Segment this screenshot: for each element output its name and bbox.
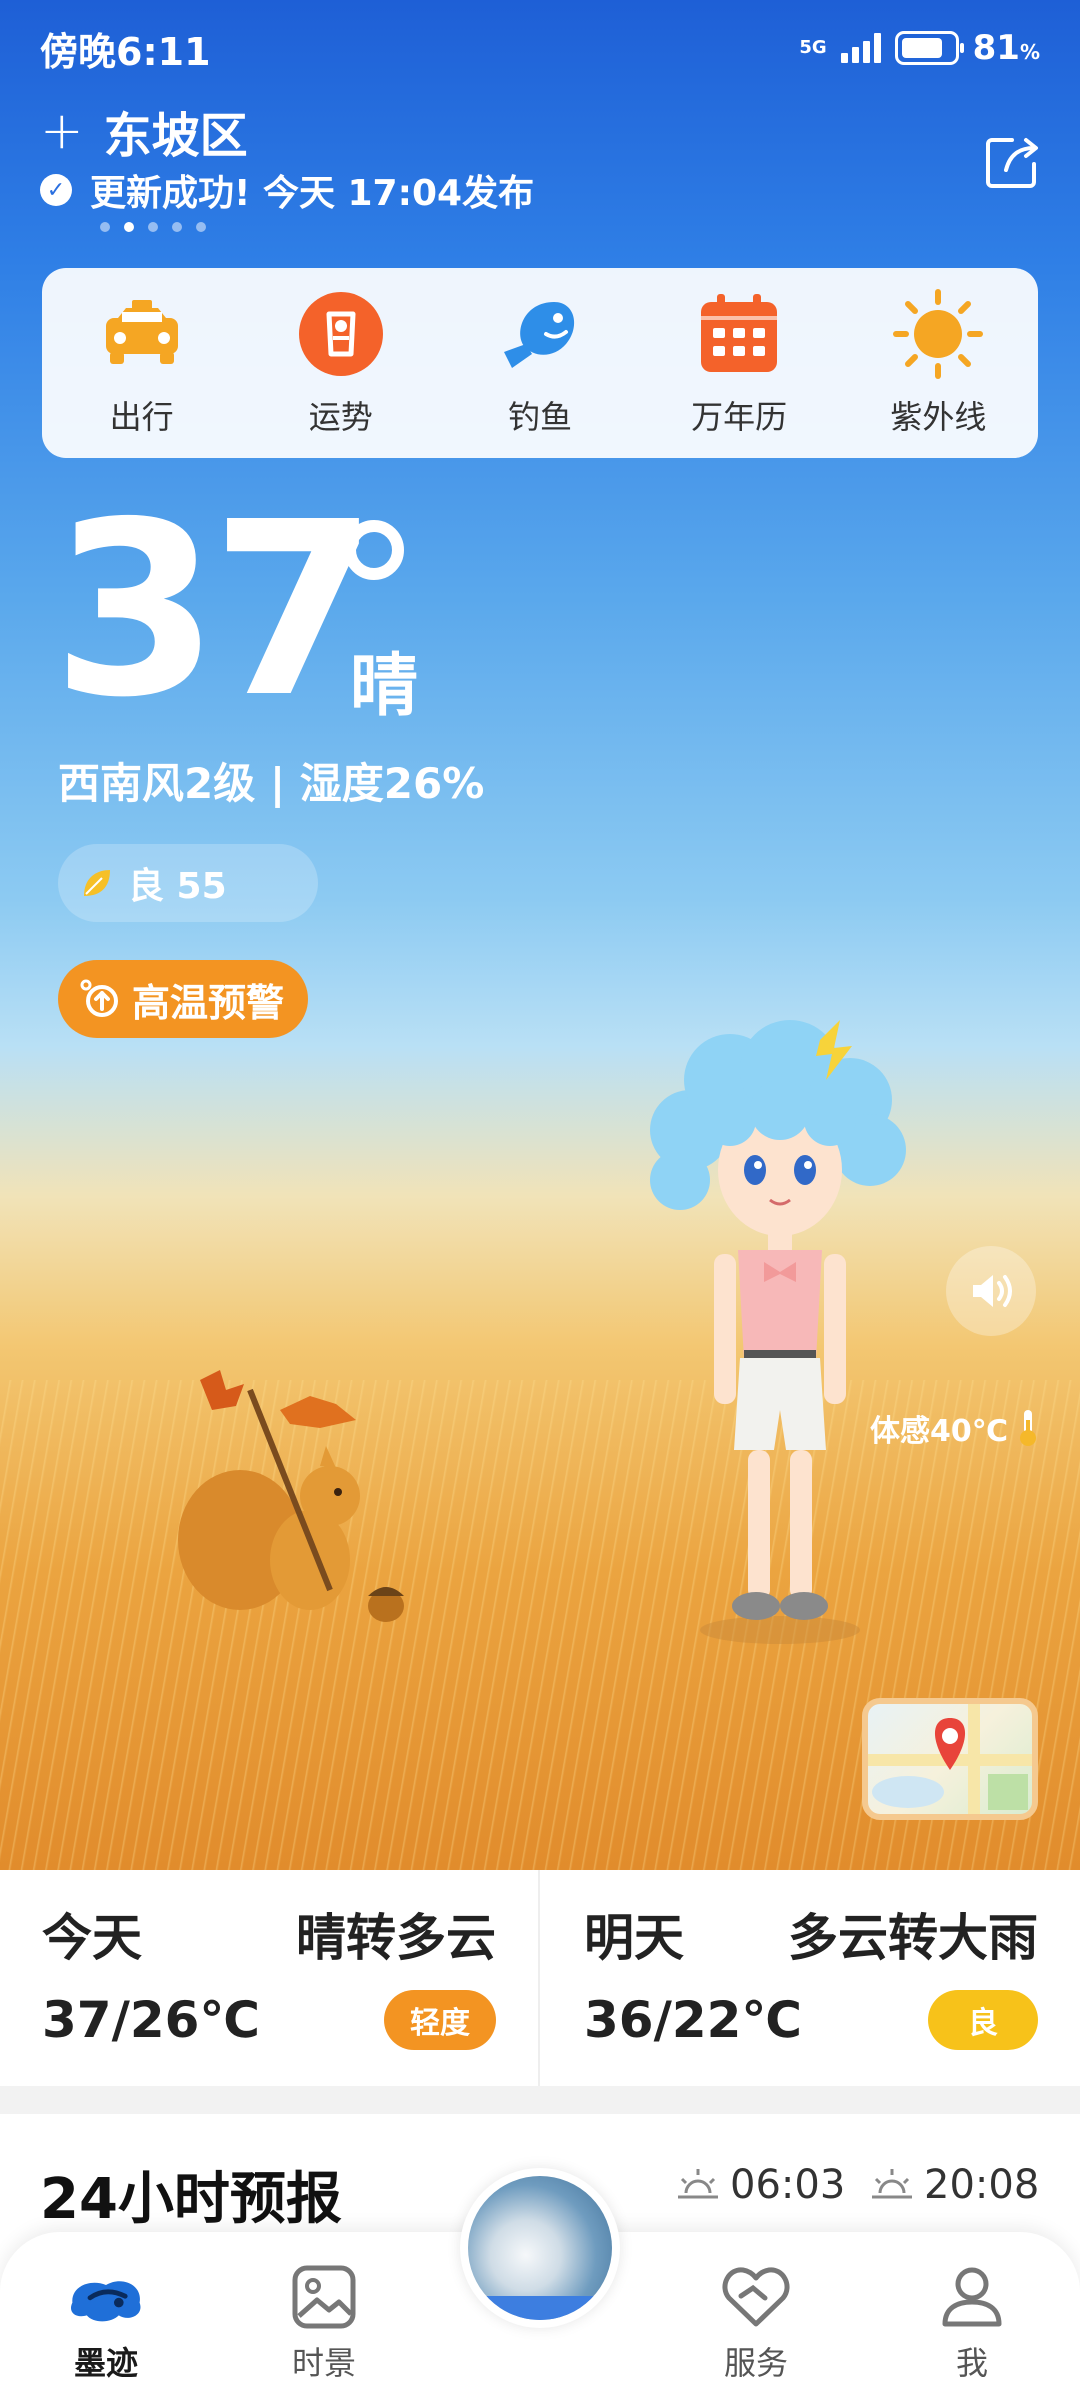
aqi-text: 良 55 — [128, 866, 227, 907]
sunrise-icon — [678, 2169, 718, 2199]
nav-label: 时景 — [291, 2344, 356, 2382]
page-dot — [196, 222, 206, 232]
tool-uv[interactable]: 紫外线 — [858, 288, 1018, 438]
weather-character-illustration[interactable] — [640, 1010, 910, 1650]
fortune-icon — [295, 288, 387, 380]
location-header[interactable]: + 东坡区 — [40, 96, 248, 166]
forecast-tomorrow[interactable]: 明天 多云转大雨 36/22℃ 良 — [538, 1870, 1080, 2086]
tool-travel[interactable]: 出行 — [62, 288, 222, 438]
tool-label: 出行 — [109, 398, 174, 436]
sunset-time: 20:08 — [924, 2162, 1040, 2208]
daily-forecast-card[interactable]: 今天 晴转多云 37/26℃ 轻度 明天 多云转大雨 36/22℃ 良 — [0, 1870, 1080, 2086]
current-condition: 晴 — [350, 647, 419, 726]
degree-symbol — [344, 520, 404, 580]
aqi-pill: 轻度 — [384, 1990, 496, 2050]
current-temperature: 37 — [52, 470, 378, 750]
sunset-icon — [872, 2169, 912, 2199]
quick-tools-panel: 出行 运势 钓鱼 万年历 紫外线 — [42, 268, 1038, 458]
page-dot — [148, 222, 158, 232]
status-bar: 傍晚6:11 5G 81% — [40, 20, 1040, 76]
thermometer-icon — [1020, 1410, 1037, 1446]
page-indicator — [100, 222, 206, 232]
page-dot-active — [124, 222, 134, 232]
feels-like-label: 体感40℃ — [870, 1406, 1042, 1450]
sky-thumbnail — [468, 2176, 612, 2320]
battery-text: 81% — [972, 28, 1040, 68]
update-status: ✓ 更新成功! 今天 17:04发布 — [40, 164, 534, 216]
nav-services[interactable]: 服务 — [686, 2262, 826, 2384]
page-dot — [100, 222, 110, 232]
voice-broadcast-button[interactable] — [946, 1246, 1036, 1336]
forecast-day: 明天 — [584, 1909, 684, 1967]
tool-label: 运势 — [308, 398, 373, 436]
tool-label: 紫外线 — [890, 398, 987, 436]
network-label: 5G — [799, 37, 827, 58]
moji-icon — [66, 2262, 146, 2332]
aqi-pill: 良 — [928, 1990, 1038, 2050]
taxi-icon — [96, 288, 188, 380]
calendar-icon — [693, 288, 785, 380]
leaf-icon — [84, 870, 110, 896]
feels-like-text: 体感40℃ — [870, 1414, 1009, 1449]
forecast-today[interactable]: 今天 晴转多云 37/26℃ 轻度 — [0, 1870, 538, 2086]
sun-icon — [892, 288, 984, 380]
forecast-day: 今天 — [42, 1909, 142, 1967]
forecast-temp-range: 36/22℃ — [584, 1991, 802, 2049]
squirrel-illustration — [178, 1370, 404, 1622]
tool-label: 钓鱼 — [507, 398, 572, 436]
heart-handshake-icon — [716, 2262, 796, 2332]
warning-text: 高温预警 — [132, 980, 285, 1025]
sunrise: 06:03 — [676, 2162, 845, 2208]
hourly-title: 24小时预报 — [40, 2167, 342, 2232]
tool-label: 万年历 — [691, 398, 788, 436]
forecast-temp-range: 37/26℃ — [42, 1991, 260, 2049]
scenery-center-button[interactable] — [460, 2168, 620, 2328]
map-button[interactable] — [862, 1698, 1038, 1820]
city-name[interactable]: 东坡区 — [104, 96, 248, 166]
tool-calendar[interactable]: 万年历 — [659, 288, 819, 438]
aqi-badge[interactable]: 良 55 — [58, 844, 318, 922]
forecast-condition: 晴转多云 — [296, 1909, 496, 1967]
battery-icon — [894, 31, 964, 65]
nav-scenery[interactable]: 时景 — [254, 2262, 394, 2384]
speaker-icon — [973, 1275, 1012, 1307]
picture-icon — [284, 2262, 364, 2332]
signal-icon — [840, 33, 881, 63]
user-icon — [932, 2262, 1012, 2332]
add-city-button[interactable]: + — [40, 105, 84, 157]
map-pin-icon — [868, 1704, 1032, 1814]
page-dot — [172, 222, 182, 232]
check-icon: ✓ — [40, 174, 72, 206]
section-divider — [0, 2086, 1080, 2114]
tool-fortune[interactable]: 运势 — [261, 288, 421, 438]
tool-fishing[interactable]: 钓鱼 — [460, 288, 620, 438]
update-text: 更新成功! 今天 17:04发布 — [90, 173, 535, 214]
nav-label: 我 — [955, 2344, 988, 2382]
nav-label: 墨迹 — [73, 2344, 138, 2382]
fish-icon — [494, 288, 586, 380]
status-right: 5G 81% — [799, 28, 1040, 68]
nav-label: 服务 — [723, 2344, 788, 2382]
sunrise-time: 06:03 — [730, 2162, 846, 2208]
forecast-condition: 多云转大雨 — [788, 1909, 1038, 1967]
share-icon[interactable] — [982, 132, 1042, 192]
wind-humidity: 西南风2级 | 湿度26% — [58, 759, 485, 808]
sunset: 20:08 — [870, 2162, 1039, 2208]
heat-warning-badge[interactable]: 高温预警 — [58, 960, 309, 1038]
nav-moji[interactable]: 墨迹 — [36, 2262, 176, 2384]
status-time: 傍晚6:11 — [40, 29, 211, 74]
nav-me[interactable]: 我 — [902, 2262, 1042, 2384]
thermometer-warning-icon — [80, 979, 118, 1017]
weather-hero: 傍晚6:11 5G 81% + 东坡区 ✓ 更新成功! 今天 17:04发布 出… — [0, 0, 1080, 1870]
